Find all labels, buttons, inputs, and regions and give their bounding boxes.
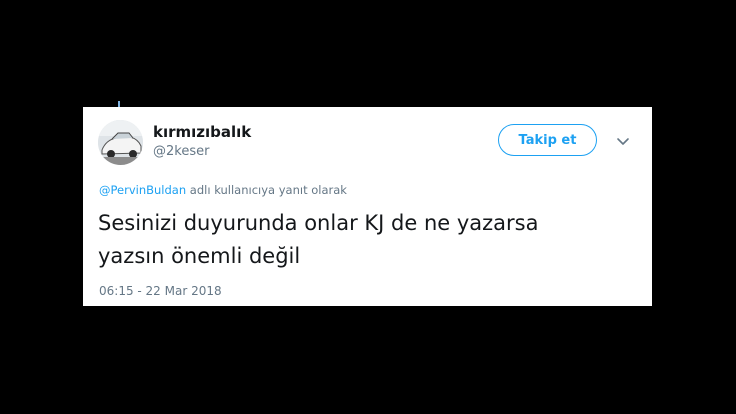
reply-mention-link[interactable]: @PervinBuldan: [99, 183, 186, 197]
tweet-text-line-1: Sesinizi duyurunda onlar KJ de ne yazars…: [98, 211, 539, 235]
chevron-down-icon[interactable]: [615, 133, 631, 145]
avatar[interactable]: [98, 120, 143, 165]
reply-context-text: adlı kullanıcıya yanıt olarak: [186, 183, 347, 197]
avatar-image: [98, 120, 143, 165]
tweet-timestamp[interactable]: 06:15 - 22 Mar 2018: [99, 284, 222, 298]
display-name[interactable]: kırmızıbalık: [153, 123, 251, 141]
reply-context: @PervinBuldan adlı kullanıcıya yanıt ola…: [99, 183, 347, 197]
tweet-text: Sesinizi duyurunda onlar KJ de ne yazars…: [98, 207, 618, 273]
user-handle[interactable]: @2keser: [153, 144, 209, 159]
follow-button[interactable]: Takip et: [498, 124, 597, 156]
tweet-card: kırmızıbalık @2keser Takip et @PervinBul…: [83, 107, 652, 306]
tweet-text-line-2: yazsın önemli değil: [98, 244, 301, 268]
